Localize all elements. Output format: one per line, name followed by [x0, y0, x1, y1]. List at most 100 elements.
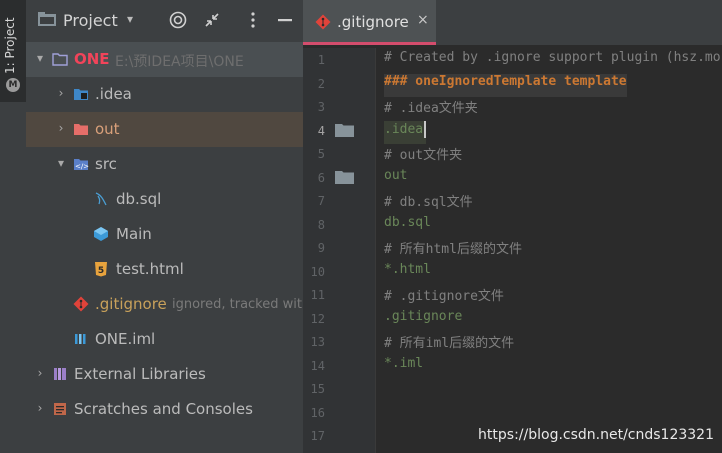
- text-cursor: [424, 120, 426, 138]
- folder-gutter-icon[interactable]: [335, 170, 354, 184]
- code-line[interactable]: # out文件夹: [384, 144, 462, 167]
- project-panel: Project ▾ ▾ ONE E:\预IDEA项目\ONE › .idea ›…: [26, 0, 303, 453]
- line-number: 13: [310, 335, 325, 349]
- code-line[interactable]: *.iml: [384, 356, 423, 379]
- project-tool-tab[interactable]: 1: Project M: [0, 0, 26, 102]
- project-tool-label: 1: Project: [3, 17, 17, 74]
- tree-item-label: db.sql: [116, 190, 162, 208]
- tree-item-label: src: [95, 155, 117, 173]
- chevron-right-icon[interactable]: ›: [55, 121, 67, 135]
- more-options-icon[interactable]: [243, 10, 263, 30]
- tree-item-label: ONE.iml: [95, 330, 156, 348]
- project-panel-title[interactable]: Project: [63, 11, 118, 30]
- line-number: 6: [317, 170, 325, 185]
- chevron-down-icon[interactable]: ▾: [127, 12, 133, 26]
- tab-label: .gitignore: [337, 13, 409, 31]
- tree-item-status: ignored, tracked wit: [172, 297, 302, 312]
- tree-item-external-libraries[interactable]: › External Libraries: [26, 357, 303, 392]
- svg-text:5: 5: [98, 266, 104, 276]
- git-icon: [73, 296, 89, 312]
- tree-item-main[interactable]: Main: [26, 217, 303, 252]
- code-line[interactable]: # 所有html后缀的文件: [384, 238, 522, 261]
- tree-item-label: Scratches and Consoles: [74, 400, 253, 418]
- scratches-icon: [54, 403, 66, 415]
- tree-item-one[interactable]: ▾ ONE E:\预IDEA项目\ONE: [26, 42, 303, 77]
- close-icon[interactable]: ×: [417, 12, 429, 28]
- code-line[interactable]: *.html: [384, 262, 431, 285]
- line-number: 11: [310, 288, 325, 302]
- chevron-right-icon[interactable]: ›: [55, 86, 67, 100]
- svg-text:</>: </>: [75, 163, 89, 171]
- git-icon: [315, 14, 331, 30]
- tree-item-label: test.html: [116, 260, 184, 278]
- line-number: 10: [310, 264, 325, 279]
- line-number: 17: [310, 429, 325, 443]
- chevron-right-icon[interactable]: ›: [34, 401, 46, 415]
- line-number: 2: [317, 76, 325, 91]
- code-line-current[interactable]: .idea: [384, 120, 426, 144]
- line-number: 12: [310, 311, 325, 326]
- code-line[interactable]: # 所有iml后缀的文件: [384, 332, 514, 355]
- chevron-down-icon[interactable]: ▾: [34, 51, 46, 65]
- watermark: https://blog.csdn.net/cnds123321: [478, 427, 714, 443]
- class-file-icon: [94, 227, 108, 241]
- line-number: 14: [310, 358, 325, 373]
- line-number: 4: [317, 123, 325, 138]
- tree-item-path: E:\预IDEA项目\ONE: [115, 54, 244, 70]
- source-folder-icon: </>: [74, 159, 89, 171]
- line-number: 8: [317, 217, 325, 232]
- tree-item-test-html[interactable]: 5 test.html: [26, 252, 303, 287]
- tab-gitignore[interactable]: .gitignore ×: [303, 0, 436, 45]
- tree-item-label: Main: [116, 225, 152, 243]
- code-line[interactable]: # .gitignore文件: [384, 285, 504, 308]
- code-line[interactable]: out: [384, 168, 407, 191]
- code-line-text: .idea: [384, 121, 424, 137]
- module-folder-icon: [52, 53, 68, 66]
- folder-gutter-icon[interactable]: [335, 123, 354, 137]
- library-icon: [54, 368, 66, 380]
- locate-icon[interactable]: [168, 10, 188, 30]
- tree-item-scratches[interactable]: › Scratches and Consoles: [26, 392, 303, 427]
- folder-icon: [74, 89, 88, 100]
- tree-item-one-iml[interactable]: ONE.iml: [26, 322, 303, 357]
- code-line[interactable]: db.sql: [384, 215, 431, 238]
- line-number: 3: [317, 100, 325, 114]
- tree-item-gitignore[interactable]: .gitignore ignored, tracked wit: [26, 287, 303, 322]
- maven-icon: M: [6, 78, 20, 92]
- line-number: 15: [310, 382, 325, 396]
- code-line[interactable]: .gitignore: [384, 309, 462, 332]
- tree-item-label: .idea: [95, 85, 132, 103]
- chevron-right-icon[interactable]: ›: [34, 366, 46, 380]
- project-panel-header: Project ▾: [26, 0, 303, 42]
- code-line[interactable]: # Created by .ignore support plugin (hsz…: [384, 50, 721, 73]
- html-file-icon: 5: [95, 262, 107, 277]
- editor-area: .gitignore × 1 2 3 4 5 6 7 8 9 10 11 12 …: [303, 0, 722, 453]
- code-line[interactable]: # db.sql文件: [384, 191, 473, 214]
- tree-item-label: External Libraries: [74, 365, 206, 383]
- sql-file-icon: [95, 192, 107, 206]
- tree-item-out[interactable]: › out: [26, 112, 303, 147]
- iml-file-icon: [75, 334, 86, 344]
- editor-tab-bar: .gitignore ×: [303, 0, 722, 45]
- project-folder-icon: [38, 12, 56, 26]
- line-number: 5: [317, 147, 325, 161]
- collapse-all-icon[interactable]: [202, 10, 222, 30]
- tree-item-label: .gitignore: [95, 295, 167, 313]
- excluded-folder-icon: [74, 124, 88, 135]
- line-number-gutter: 1 2 3 4 5 6 7 8 9 10 11 12 13 14 15 16 1…: [303, 48, 376, 453]
- tree-item-label: ONE: [74, 50, 110, 68]
- code-line[interactable]: # .idea文件夹: [384, 97, 478, 120]
- tree-item-idea[interactable]: › .idea: [26, 77, 303, 112]
- line-number: 1: [317, 53, 325, 67]
- tree-item-src[interactable]: ▾ </> src: [26, 147, 303, 182]
- code-line[interactable]: ### oneIgnoredTemplate template: [384, 73, 627, 97]
- left-tool-strip: 1: Project M: [0, 0, 27, 453]
- active-tab-indicator: [303, 42, 436, 45]
- code-editor[interactable]: # Created by .ignore support plugin (hsz…: [376, 48, 722, 453]
- tree-item-label: out: [95, 120, 120, 138]
- chevron-down-icon[interactable]: ▾: [55, 156, 67, 170]
- hide-panel-icon[interactable]: [275, 10, 295, 30]
- line-number: 7: [317, 194, 325, 208]
- line-number: 9: [317, 241, 325, 255]
- tree-item-db-sql[interactable]: db.sql: [26, 182, 303, 217]
